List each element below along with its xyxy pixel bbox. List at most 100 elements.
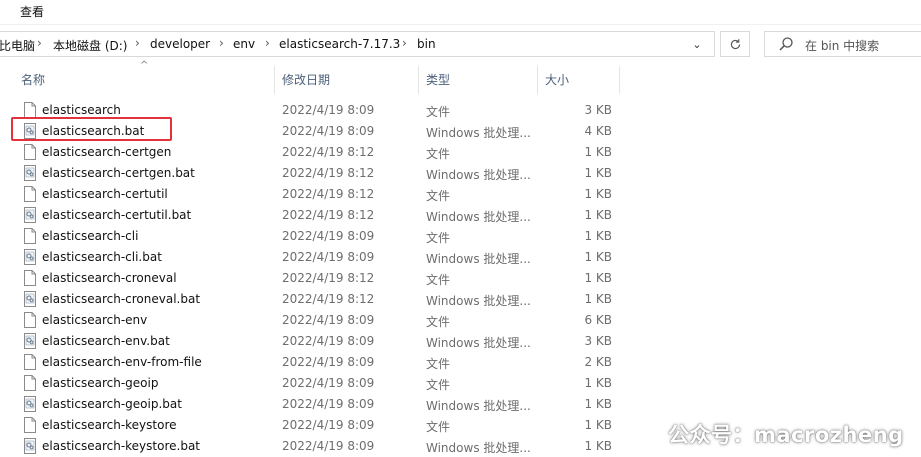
file-name: elasticsearch-env <box>42 313 148 327</box>
breadcrumb-elasticsearch[interactable]: elasticsearch-7.17.3 <box>279 37 400 51</box>
refresh-button[interactable] <box>720 31 750 57</box>
column-header-type[interactable]: 类型 <box>426 66 450 94</box>
batch-file-icon <box>23 291 37 307</box>
file-row[interactable]: elasticsearch-env-from-file 2022/4/19 8:0… <box>0 352 921 373</box>
file-size: 1 KB <box>584 166 612 180</box>
ribbon-menubar: 查看 <box>0 0 921 24</box>
file-type: 文件 <box>426 231 451 245</box>
file-type: Windows 批处理... <box>426 252 531 266</box>
column-resize-handle[interactable] <box>418 66 419 94</box>
file-icon <box>23 312 37 328</box>
file-name: elasticsearch-certgen <box>42 145 172 159</box>
file-size: 3 KB <box>584 103 612 117</box>
file-size: 3 KB <box>584 334 612 348</box>
search-icon <box>779 37 793 51</box>
column-header-date[interactable]: 修改日期 <box>282 66 330 94</box>
column-header-name[interactable]: 名称 <box>21 66 45 94</box>
file-size: 1 KB <box>584 292 612 306</box>
file-row[interactable]: elasticsearch-env.bat 2022/4/19 8:09 Windo… <box>0 331 921 352</box>
file-name: elasticsearch-certutil.bat <box>42 208 192 222</box>
file-size: 1 KB <box>584 271 612 285</box>
batch-file-icon <box>23 165 37 181</box>
file-type: Windows 批处理... <box>426 441 531 455</box>
highlight-annotation <box>11 117 172 141</box>
file-name: elasticsearch-certgen.bat <box>42 166 195 180</box>
file-row[interactable]: elasticsearch-geoip 2022/4/19 8:09 文件 1 KB <box>0 373 921 394</box>
file-date: 2022/4/19 8:09 <box>282 397 375 411</box>
file-row[interactable]: elasticsearch-croneval.bat 2022/4/19 8:12… <box>0 289 921 310</box>
column-resize-handle[interactable] <box>537 66 538 94</box>
file-type: 文件 <box>426 147 451 161</box>
batch-file-icon <box>23 249 37 265</box>
file-icon <box>23 228 37 244</box>
file-name: elasticsearch-cli <box>42 229 139 243</box>
search-input[interactable]: 在 bin 中搜索 <box>764 31 921 57</box>
file-date: 2022/4/19 8:12 <box>282 271 375 285</box>
column-header-row: ^ 名称 修改日期 类型 大小 <box>0 60 921 94</box>
file-row[interactable]: elasticsearch-cli 2022/4/19 8:09 文件 1 KB <box>0 226 921 247</box>
file-size: 1 KB <box>584 208 612 222</box>
file-name: elasticsearch <box>42 103 121 117</box>
file-name: elasticsearch-env.bat <box>42 334 170 348</box>
file-size: 1 KB <box>584 439 612 453</box>
file-name: elasticsearch-certutil <box>42 187 168 201</box>
file-date: 2022/4/19 8:09 <box>282 334 375 348</box>
file-size: 1 KB <box>584 229 612 243</box>
file-size: 1 KB <box>584 418 612 432</box>
file-name: elasticsearch-croneval.bat <box>42 292 201 306</box>
file-row[interactable]: elasticsearch-certgen.bat 2022/4/19 8:12 W… <box>0 163 921 184</box>
breadcrumb-this-pc[interactable]: 比电脑 <box>0 37 35 54</box>
file-icon <box>23 375 37 391</box>
chevron-right-icon[interactable]: › <box>402 36 407 50</box>
chevron-right-icon[interactable]: › <box>135 36 140 50</box>
file-row[interactable]: elasticsearch-env 2022/4/19 8:09 文件 6 KB <box>0 310 921 331</box>
file-type: 文件 <box>426 105 451 119</box>
file-type: Windows 批处理... <box>426 294 531 308</box>
chevron-right-icon[interactable]: › <box>37 36 42 50</box>
file-type: Windows 批处理... <box>426 168 531 182</box>
chevron-right-icon[interactable]: › <box>265 36 270 50</box>
file-name: elasticsearch-keystore.bat <box>42 439 200 453</box>
file-type: Windows 批处理... <box>426 126 531 140</box>
file-row[interactable]: elasticsearch-croneval 2022/4/19 8:12 文件 1 … <box>0 268 921 289</box>
file-size: 2 KB <box>584 355 612 369</box>
file-date: 2022/4/19 8:09 <box>282 439 375 453</box>
file-icon <box>23 102 37 118</box>
file-name: elasticsearch-geoip <box>42 376 159 390</box>
column-resize-handle[interactable] <box>619 66 620 94</box>
file-date: 2022/4/19 8:09 <box>282 376 375 390</box>
file-size: 6 KB <box>584 313 612 327</box>
file-date: 2022/4/19 8:09 <box>282 355 375 369</box>
file-size: 1 KB <box>584 376 612 390</box>
search-placeholder: 在 bin 中搜索 <box>805 39 880 53</box>
column-header-size[interactable]: 大小 <box>545 66 569 94</box>
file-icon <box>23 417 37 433</box>
file-date: 2022/4/19 8:09 <box>282 124 375 138</box>
breadcrumb-bin[interactable]: bin <box>417 37 436 51</box>
menu-view[interactable]: 查看 <box>20 3 44 20</box>
file-row[interactable]: elasticsearch-geoip.bat 2022/4/19 8:09 Win… <box>0 394 921 415</box>
address-bar[interactable]: 比电脑 › 本地磁盘 (D:) › developer › env › elas… <box>0 31 715 57</box>
refresh-icon <box>730 39 740 50</box>
sort-ascending-icon: ^ <box>140 60 149 71</box>
breadcrumb-developer[interactable]: developer <box>150 37 210 51</box>
file-row[interactable]: elasticsearch-certgen 2022/4/19 8:12 文件 1 K… <box>0 142 921 163</box>
file-date: 2022/4/19 8:09 <box>282 103 375 117</box>
file-icon <box>23 354 37 370</box>
file-row[interactable]: elasticsearch-certutil 2022/4/19 8:12 文件 1 … <box>0 184 921 205</box>
file-row[interactable]: elasticsearch-certutil.bat 2022/4/19 8:12… <box>0 205 921 226</box>
chevron-down-icon[interactable]: ⌄ <box>689 37 705 53</box>
file-type: 文件 <box>426 273 451 287</box>
file-date: 2022/4/19 8:12 <box>282 187 375 201</box>
file-type: Windows 批处理... <box>426 399 531 413</box>
batch-file-icon <box>23 333 37 349</box>
divider <box>0 24 921 25</box>
chevron-right-icon[interactable]: › <box>219 36 224 50</box>
breadcrumb-env[interactable]: env <box>233 37 255 51</box>
file-name: elasticsearch-geoip.bat <box>42 397 182 411</box>
column-resize-handle[interactable] <box>274 66 275 94</box>
file-row[interactable]: elasticsearch-cli.bat 2022/4/19 8:09 Windo… <box>0 247 921 268</box>
batch-file-icon <box>23 396 37 412</box>
breadcrumb-local-disk[interactable]: 本地磁盘 (D:) <box>53 37 127 54</box>
file-name: elasticsearch-croneval <box>42 271 177 285</box>
